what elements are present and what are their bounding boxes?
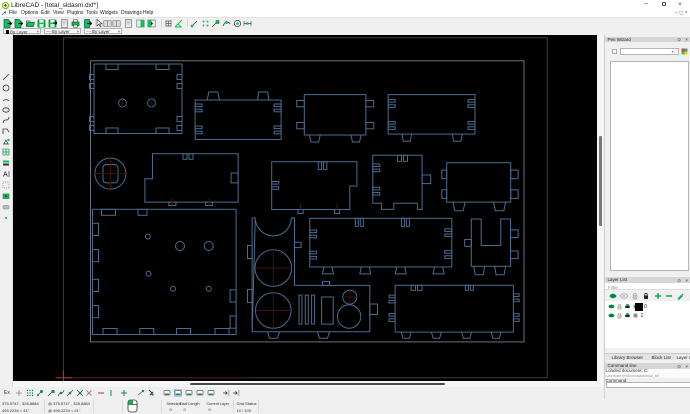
svg-text:A: A [3,172,8,179]
